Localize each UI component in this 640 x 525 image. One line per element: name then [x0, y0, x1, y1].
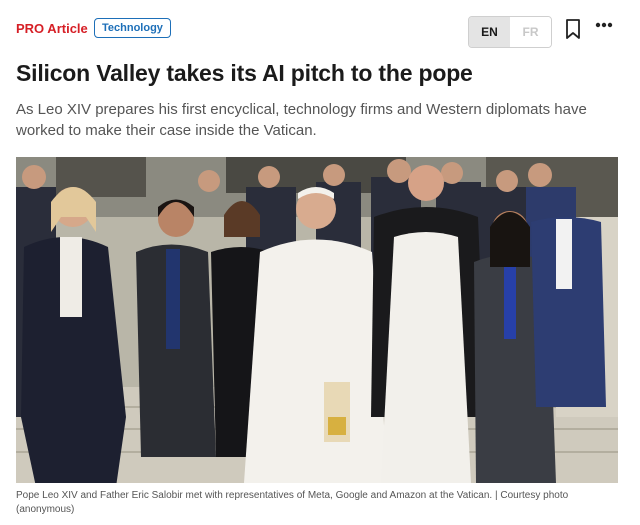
article-headline: Silicon Valley takes its AI pitch to the…: [16, 60, 473, 86]
article-photo: [16, 157, 618, 483]
language-en-button[interactable]: EN: [469, 17, 510, 47]
bookmark-icon[interactable]: [564, 18, 582, 40]
article-dek: As Leo XIV prepares his first encyclical…: [16, 101, 587, 139]
topic-tag[interactable]: Technology: [94, 18, 171, 38]
more-icon[interactable]: [594, 18, 614, 28]
pro-article-label: PRO Article: [16, 21, 88, 36]
language-fr-button[interactable]: FR: [510, 17, 551, 47]
article-header-bar: PRO Article Technology EN FR: [16, 16, 624, 48]
photo-caption: Pope Leo XIV and Father Eric Salobir met…: [16, 490, 569, 515]
language-toggle: EN FR: [468, 16, 552, 48]
